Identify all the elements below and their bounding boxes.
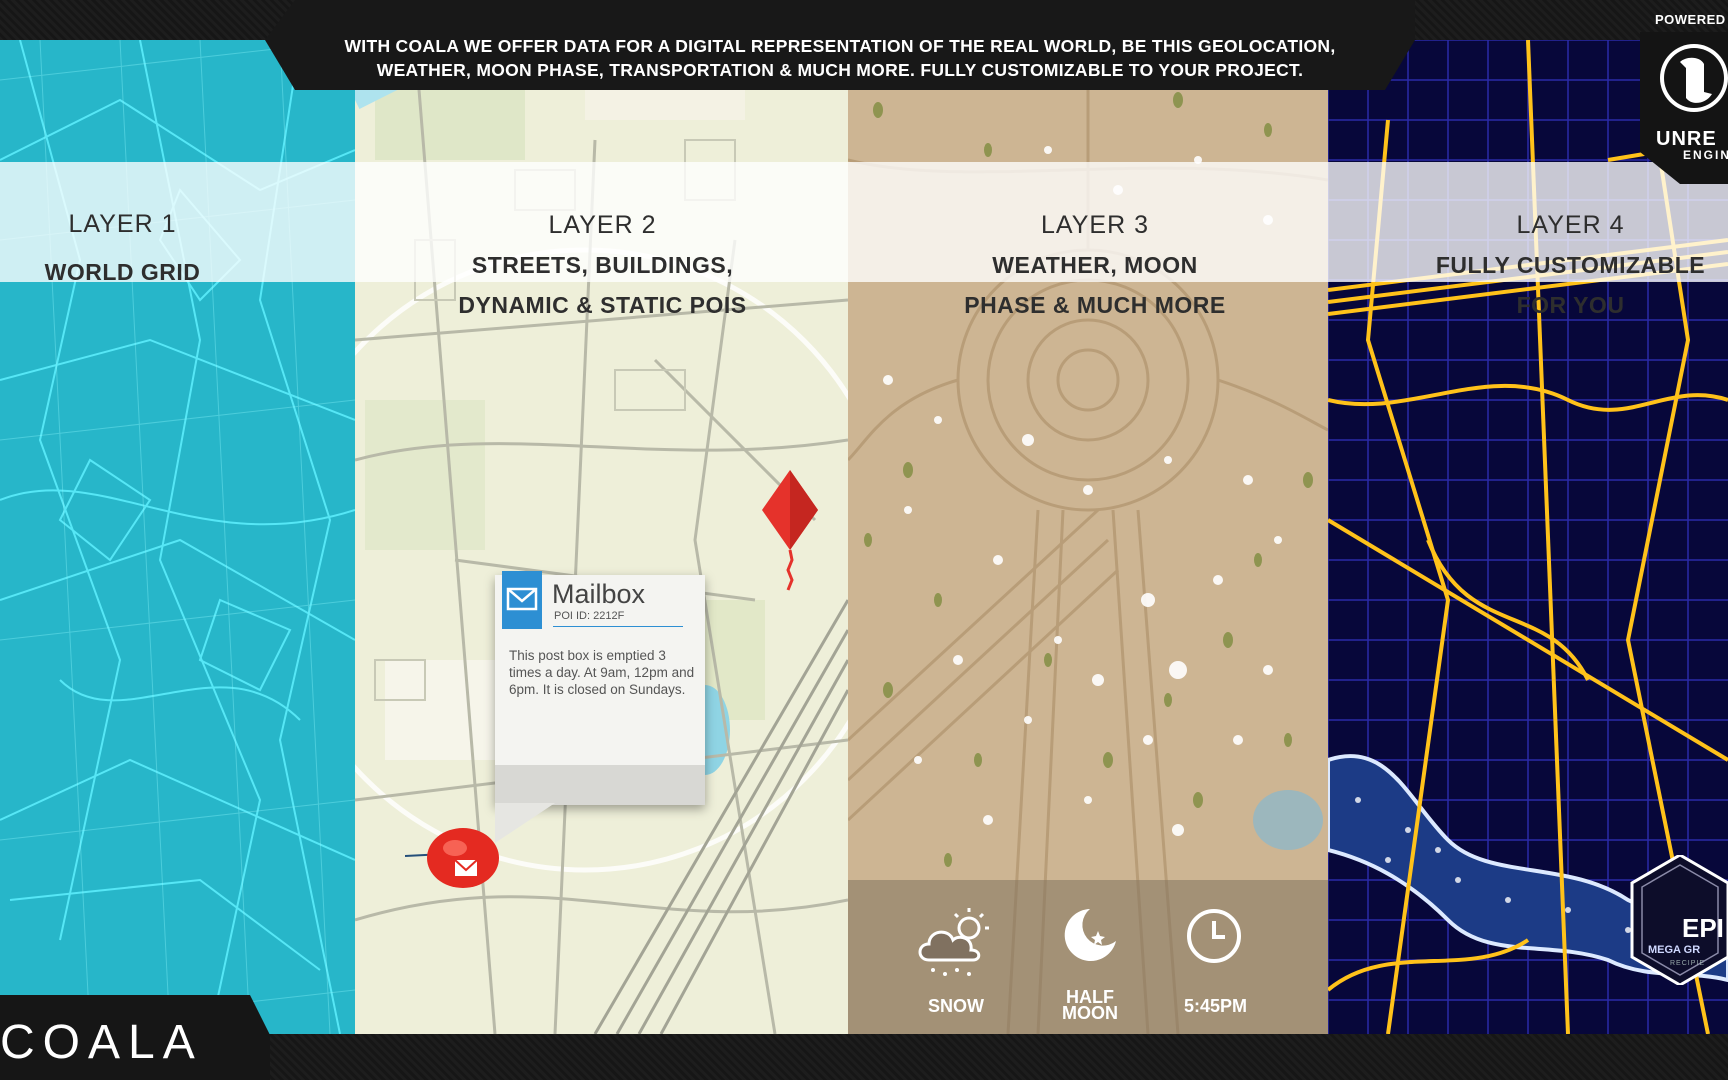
layer2-title-line2: DYNAMIC & STATIC POIS [458, 292, 747, 318]
poi-info-card[interactable]: Mailbox POI ID: 2212F This post box is e… [495, 571, 705, 843]
moon-star-icon [1064, 909, 1116, 961]
poi-card-footer [495, 765, 705, 805]
powered-by-label: POWERED [1655, 12, 1726, 27]
banner-line2: WEATHER, MOON PHASE, TRANSPORTATION & MU… [376, 60, 1304, 80]
coala-logo: COALA [0, 1016, 203, 1069]
poi-description: This post box is emptied 3 times a day. … [509, 648, 695, 697]
mail-icon [502, 571, 542, 629]
layer4-title-line2: FOR YOU [1516, 292, 1625, 318]
engine-subtitle: ENGIN [1683, 148, 1728, 162]
layer3-title-line1: WEATHER, MOON [992, 252, 1198, 278]
time-readout: 5:45PM [1183, 996, 1248, 1016]
poi-divider [553, 626, 683, 627]
layer3-title-line2: PHASE & MUCH MORE [964, 292, 1226, 318]
clock-icon [1187, 909, 1241, 963]
poi-id: POI ID: 2212F [554, 610, 625, 622]
kite-marker-icon [762, 470, 818, 591]
cloud-sun-snow-icon [918, 908, 989, 976]
layer2-header: LAYER 2 STREETS, BUILDINGS, DYNAMIC & ST… [435, 162, 770, 318]
epic-megagrant-badge-icon: EPI MEGA GR RECIPIE [1630, 855, 1728, 985]
epic-badge-line3: RECIPIE [1670, 960, 1705, 967]
layer4-title-line1: FULLY CUSTOMIZABLE [1435, 252, 1706, 278]
layer4-number: LAYER 4 [1516, 211, 1625, 239]
layer3-header: LAYER 3 WEATHER, MOON PHASE & MUCH MORE [940, 162, 1250, 318]
weather-condition: SNOW [928, 996, 984, 1016]
poi-title: Mailbox [552, 579, 646, 609]
banner-text: WITH COALA WE OFFER DATA FOR A DIGITAL R… [300, 34, 1380, 82]
layer1-header: LAYER 1 WORLD GRID [0, 162, 245, 285]
layer2-title-line1: STREETS, BUILDINGS, [471, 252, 734, 278]
epic-badge-line2: MEGA GR [1648, 944, 1700, 956]
poi-card-pointer [495, 803, 555, 843]
moon-phase-line2: MOON [1062, 1003, 1118, 1023]
epic-badge-line1: EPI [1682, 913, 1724, 943]
layer1-title: WORLD GRID [44, 259, 201, 285]
layer3-number: LAYER 3 [1041, 211, 1149, 239]
banner-line1: WITH COALA WE OFFER DATA FOR A DIGITAL R… [344, 36, 1336, 56]
layer1-number: LAYER 1 [68, 210, 177, 238]
pin-icon [405, 828, 499, 888]
layer2-number: LAYER 2 [548, 211, 657, 239]
